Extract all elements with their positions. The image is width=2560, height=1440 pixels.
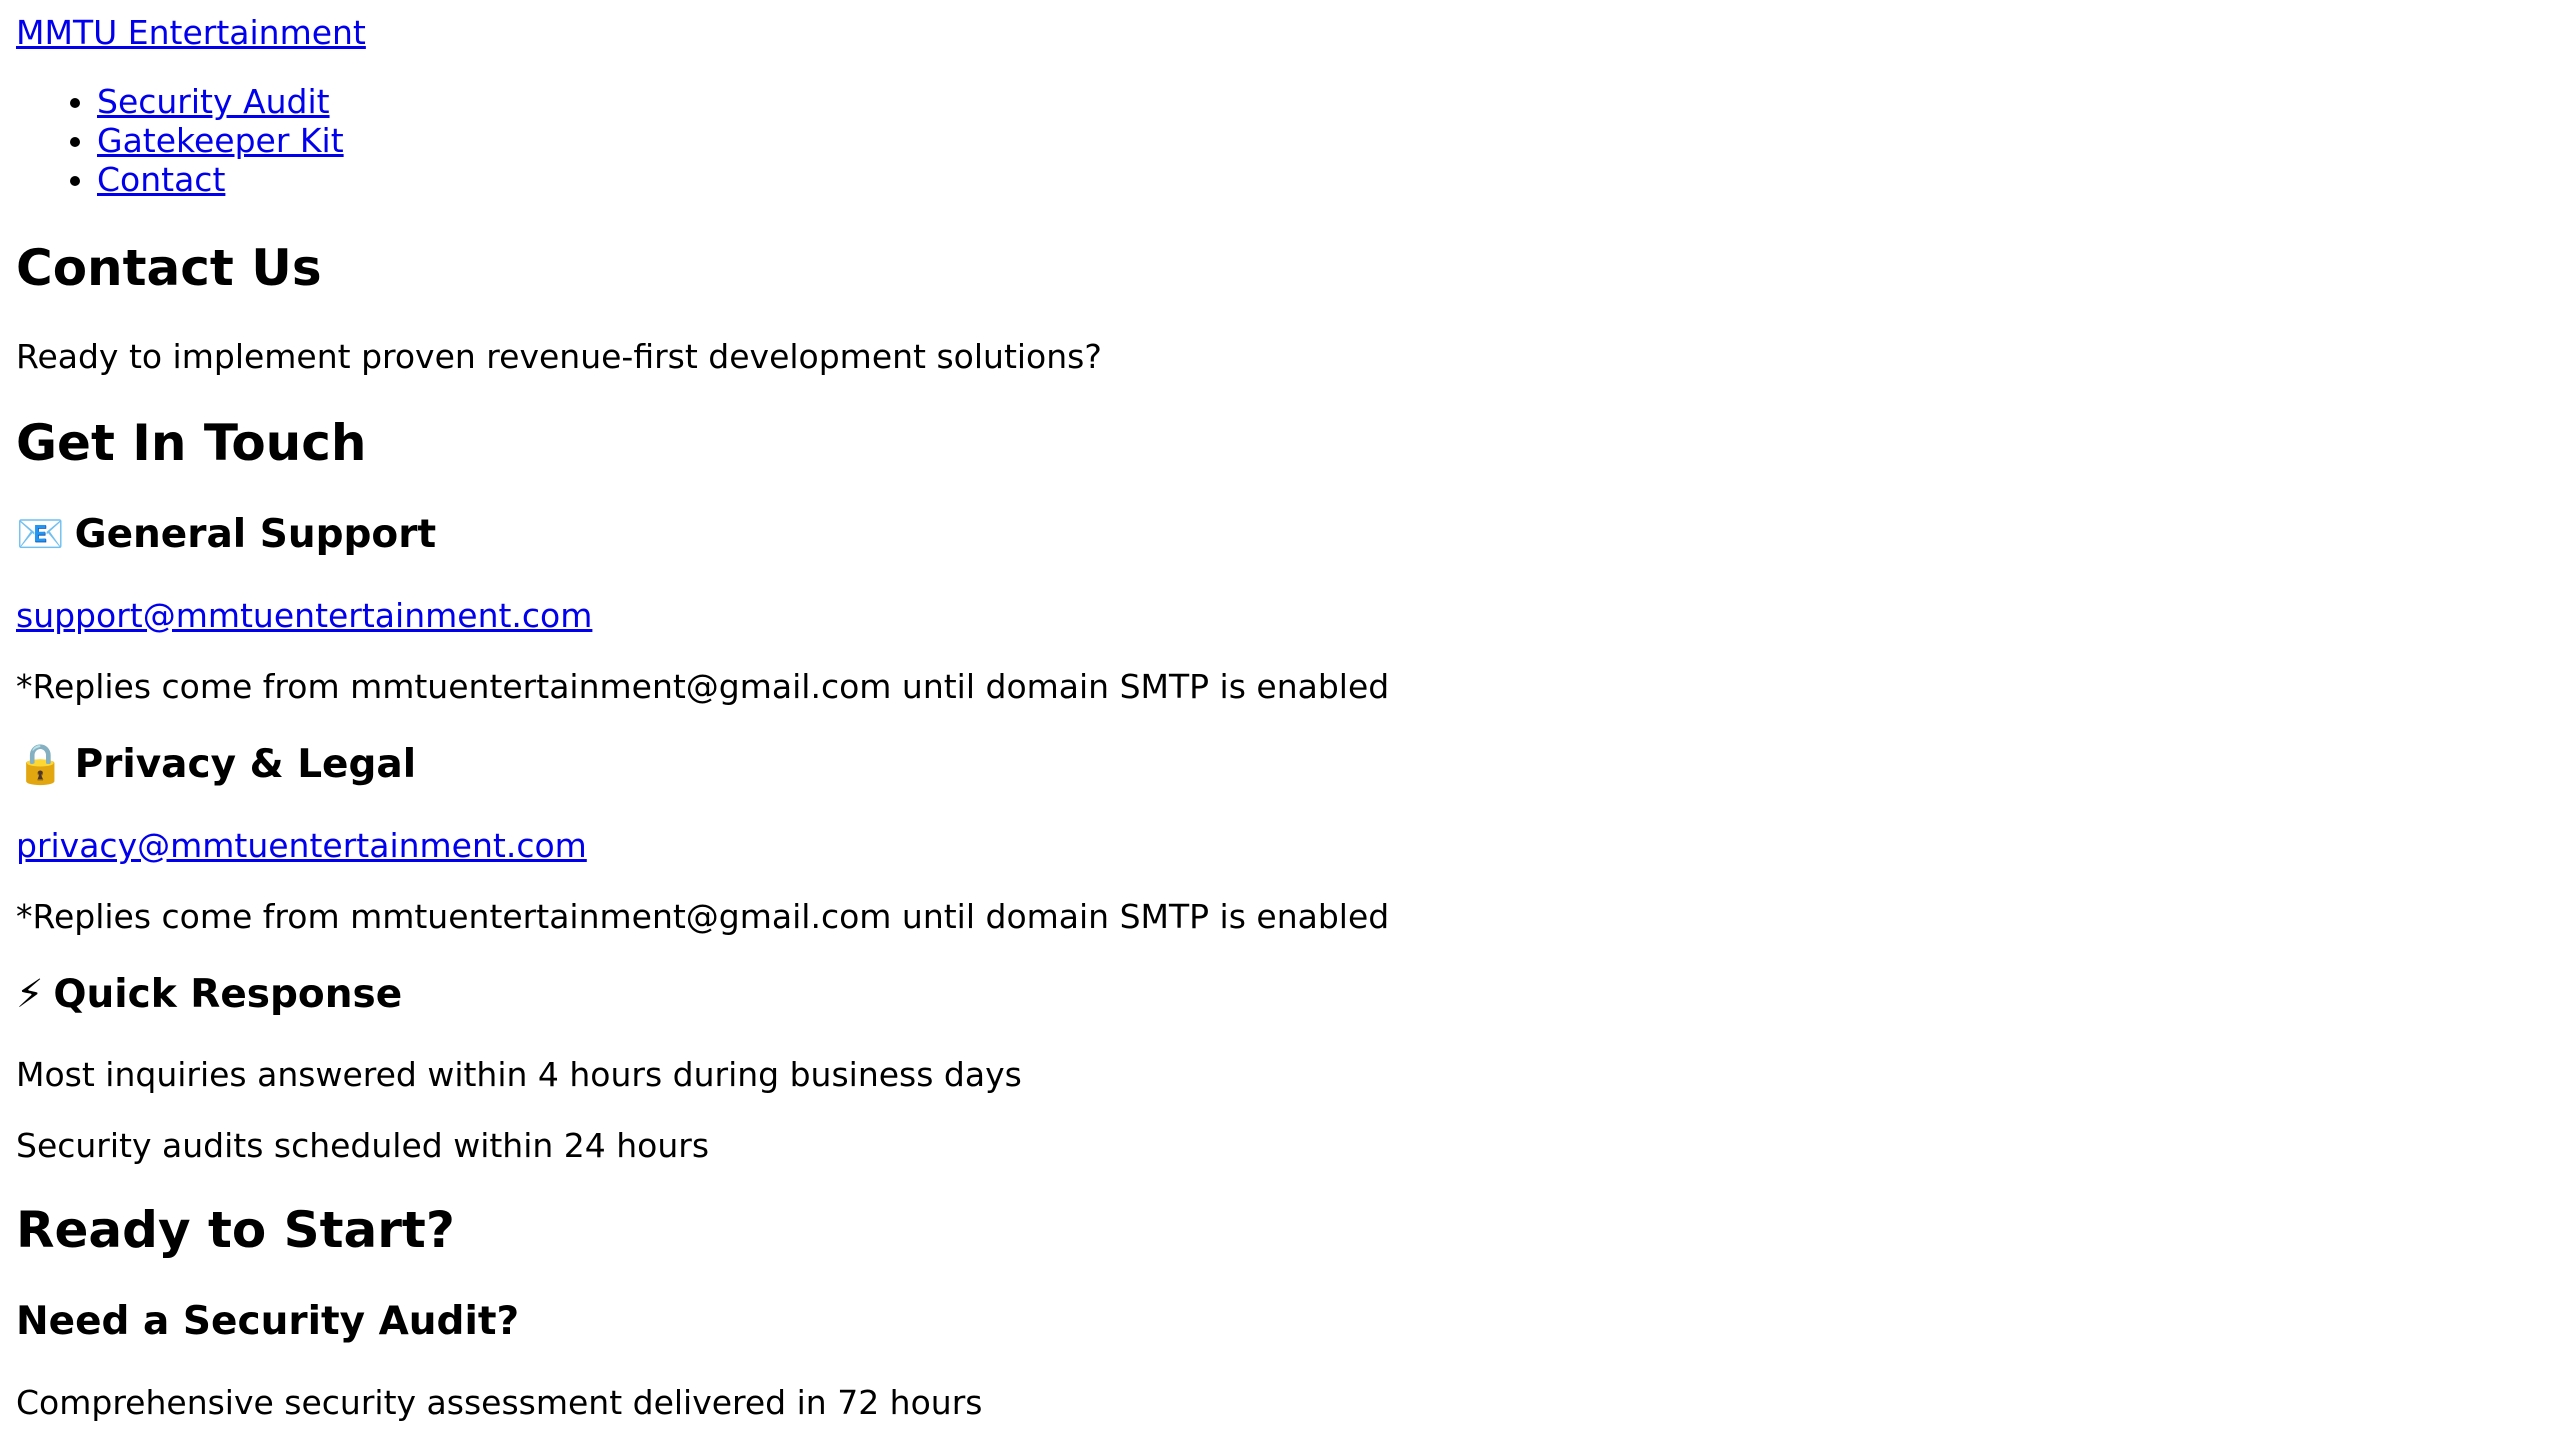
nav-item-gatekeeper-kit: Gatekeeper Kit: [97, 121, 344, 160]
brand-link[interactable]: MMTU Entertainment: [16, 14, 366, 52]
general-support-heading: 📧 General Support: [16, 512, 437, 558]
quick-response-heading: ⚡ Quick Response: [16, 972, 403, 1018]
privacy-email-link[interactable]: privacy@mmtuentertainment.com: [16, 827, 587, 865]
security-audit-heading: Need a Security Audit?: [16, 1299, 520, 1344]
nav-item-contact: Contact: [97, 160, 344, 199]
lock-icon: 🔒: [16, 742, 65, 787]
general-support-label: General Support: [74, 512, 437, 557]
quick-response-label: Quick Response: [53, 972, 403, 1017]
quick-response-line-1: Most inquiries answered within 4 hours d…: [16, 1055, 1022, 1094]
nav-link-gatekeeper-kit[interactable]: Gatekeeper Kit: [97, 121, 344, 160]
page-subtitle: Ready to implement proven revenue-first …: [16, 337, 1102, 376]
support-email-link[interactable]: support@mmtuentertainment.com: [16, 597, 592, 635]
security-audit-text: Comprehensive security assessment delive…: [16, 1383, 983, 1422]
page: MMTU Entertainment Security Audit Gateke…: [0, 0, 2560, 1440]
nav-link-security-audit[interactable]: Security Audit: [97, 82, 330, 121]
main-nav: Security Audit Gatekeeper Kit Contact: [16, 82, 344, 199]
section-title-get-in-touch: Get In Touch: [16, 414, 367, 472]
nav-item-security-audit: Security Audit: [97, 82, 344, 121]
page-title: Contact Us: [16, 239, 322, 297]
privacy-legal-heading: 🔒 Privacy & Legal: [16, 742, 417, 788]
privacy-legal-label: Privacy & Legal: [74, 742, 417, 787]
lightning-icon: ⚡: [16, 972, 44, 1017]
support-reply-note: *Replies come from mmtuentertainment@gma…: [16, 667, 1390, 706]
nav-link-contact[interactable]: Contact: [97, 160, 225, 199]
section-title-ready-to-start: Ready to Start?: [16, 1201, 455, 1259]
envelope-icon: 📧: [16, 512, 65, 557]
quick-response-line-2: Security audits scheduled within 24 hour…: [16, 1126, 710, 1165]
privacy-reply-note: *Replies come from mmtuentertainment@gma…: [16, 897, 1390, 936]
